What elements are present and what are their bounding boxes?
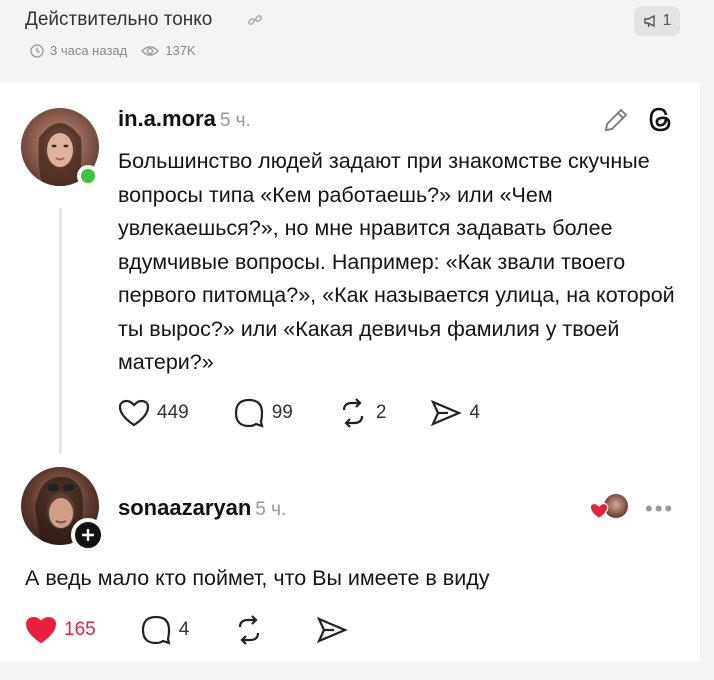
post-meta: 3 часа назад 137K <box>30 43 196 58</box>
link-icon[interactable] <box>247 12 263 28</box>
share-icon <box>431 399 463 427</box>
reply-actions: 165 4 <box>25 615 399 645</box>
post-text: Большинство людей задают при знакомстве … <box>118 149 675 374</box>
like-count: 449 <box>157 402 189 423</box>
reply-text: А ведь мало кто поймет, что Вы имеете в … <box>25 566 490 590</box>
edit-icon[interactable] <box>602 106 630 134</box>
like-button[interactable]: 449 <box>118 399 189 427</box>
heart-icon <box>118 399 150 427</box>
like-count: 165 <box>64 619 96 640</box>
plus-icon <box>82 529 94 541</box>
reply-username[interactable]: sonaazaryan <box>118 495 251 520</box>
author-username[interactable]: in.a.mora <box>118 106 216 131</box>
online-indicator <box>77 165 99 187</box>
post-time: 5 ч. <box>219 110 251 131</box>
views-count: 137K <box>165 43 196 58</box>
comment-count: 99 <box>271 402 293 423</box>
share-icon <box>317 616 349 644</box>
megaphone-icon <box>643 14 655 28</box>
repost-icon <box>342 398 363 428</box>
reply-author: sonaazaryan 5 ч. <box>118 495 286 521</box>
post-author: in.a.mora 5 ч. <box>118 106 251 132</box>
heart-icon <box>589 502 609 520</box>
follow-button[interactable] <box>71 518 105 552</box>
eye-icon <box>141 45 160 56</box>
post-actions: 449 99 2 4 <box>118 398 524 428</box>
repost-icon <box>239 615 260 645</box>
reactions-badge[interactable]: 1 <box>634 6 680 36</box>
comment-count: 4 <box>178 619 190 640</box>
reply-time: 5 ч. <box>255 499 287 520</box>
post-title[interactable]: Действительно тонко <box>25 9 212 31</box>
repost-button[interactable] <box>233 615 272 645</box>
more-options-button[interactable]: ••• <box>645 496 674 522</box>
comment-icon <box>141 615 171 645</box>
comment-button[interactable]: 4 <box>140 615 190 645</box>
share-count: 4 <box>469 402 480 423</box>
repost-count: 2 <box>375 402 387 423</box>
repost-button[interactable]: 2 <box>337 398 387 428</box>
time-ago: 3 часа назад <box>50 43 128 58</box>
badge-count: 1 <box>662 12 672 29</box>
share-button[interactable]: 4 <box>430 399 480 427</box>
clock-icon <box>30 43 44 58</box>
post-header: Действительно тонко 1 3 часа назад 137K <box>0 0 700 76</box>
heart-icon <box>25 616 57 644</box>
like-button[interactable]: 165 <box>25 616 96 644</box>
threads-icon[interactable] <box>645 104 675 134</box>
comment-button[interactable]: 99 <box>233 398 293 428</box>
share-button[interactable] <box>316 616 355 644</box>
comment-icon <box>234 398 264 428</box>
thread-line <box>59 208 62 454</box>
liked-by-author-indicator <box>589 492 633 522</box>
